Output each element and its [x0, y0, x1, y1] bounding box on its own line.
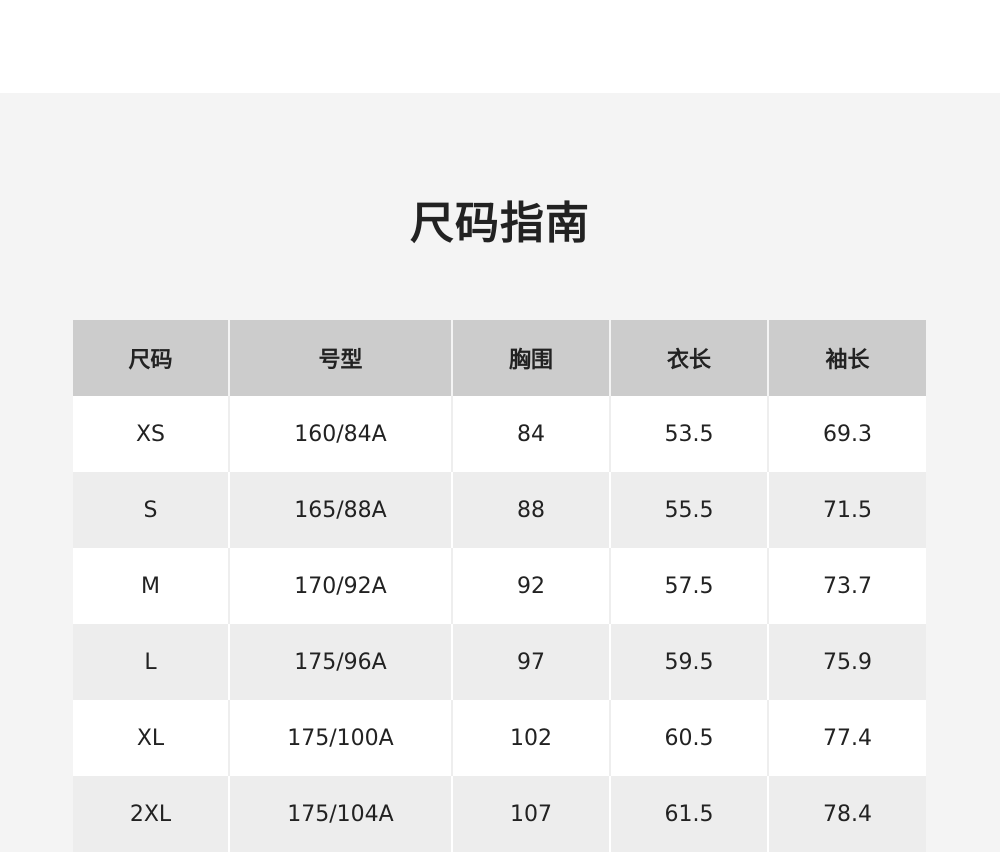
table-row: M 170/92A 92 57.5 73.7 [73, 548, 926, 624]
cell-chest: 102 [451, 700, 610, 776]
header-chest: 胸围 [451, 320, 610, 396]
cell-sleeve: 71.5 [767, 472, 926, 548]
cell-length: 61.5 [609, 776, 768, 852]
cell-length: 57.5 [609, 548, 768, 624]
cell-length: 55.5 [609, 472, 768, 548]
table-row: L 175/96A 97 59.5 75.9 [73, 624, 926, 700]
cell-size: XL [73, 700, 229, 776]
cell-length: 59.5 [609, 624, 768, 700]
table-header-row: 尺码 号型 胸围 衣长 袖长 [73, 320, 926, 396]
cell-sleeve: 73.7 [767, 548, 926, 624]
header-size: 尺码 [73, 320, 229, 396]
table-row: XL 175/100A 102 60.5 77.4 [73, 700, 926, 776]
page-title: 尺码指南 [410, 198, 590, 249]
cell-model: 160/84A [228, 396, 452, 472]
cell-model: 175/96A [228, 624, 452, 700]
cell-sleeve: 78.4 [767, 776, 926, 852]
cell-chest: 107 [451, 776, 610, 852]
cell-model: 175/104A [228, 776, 452, 852]
top-blank-band [0, 0, 1000, 93]
cell-chest: 84 [451, 396, 610, 472]
cell-size: M [73, 548, 229, 624]
table-row: 2XL 175/104A 107 61.5 78.4 [73, 776, 926, 852]
cell-chest: 88 [451, 472, 610, 548]
cell-size: 2XL [73, 776, 229, 852]
table-row: XS 160/84A 84 53.5 69.3 [73, 396, 926, 472]
cell-sleeve: 75.9 [767, 624, 926, 700]
cell-size: S [73, 472, 229, 548]
cell-chest: 92 [451, 548, 610, 624]
size-chart-table: 尺码 号型 胸围 衣长 袖长 XS 160/84A 84 53.5 69.3 S… [73, 320, 926, 852]
cell-model: 175/100A [228, 700, 452, 776]
header-sleeve: 袖长 [767, 320, 926, 396]
cell-size: XS [73, 396, 229, 472]
table-row: S 165/88A 88 55.5 71.5 [73, 472, 926, 548]
cell-model: 165/88A [228, 472, 452, 548]
cell-sleeve: 69.3 [767, 396, 926, 472]
header-length: 衣长 [609, 320, 768, 396]
cell-size: L [73, 624, 229, 700]
cell-chest: 97 [451, 624, 610, 700]
cell-model: 170/92A [228, 548, 452, 624]
cell-sleeve: 77.4 [767, 700, 926, 776]
cell-length: 53.5 [609, 396, 768, 472]
cell-length: 60.5 [609, 700, 768, 776]
header-model: 号型 [228, 320, 452, 396]
